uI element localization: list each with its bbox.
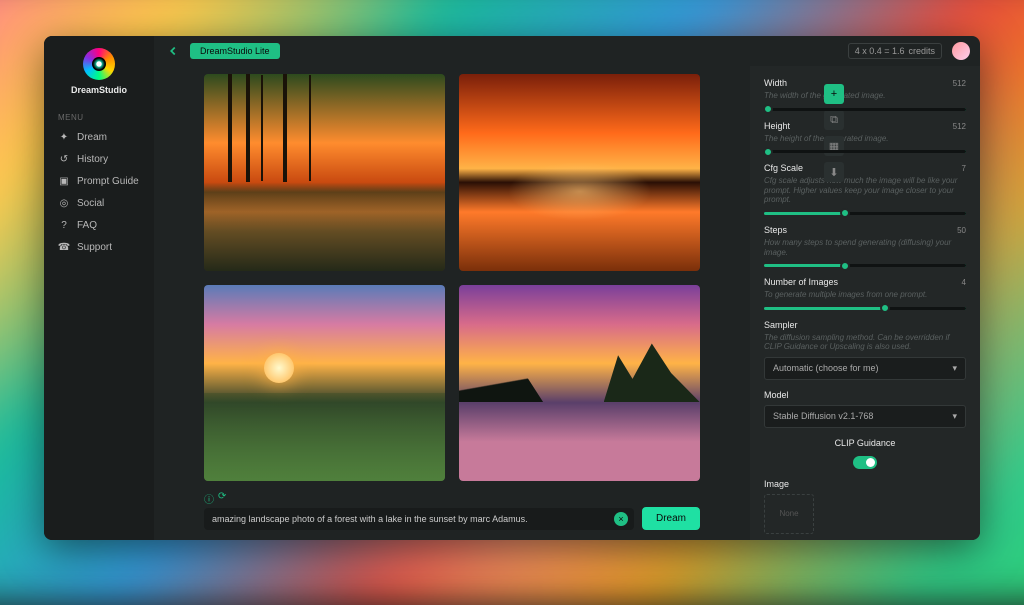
add-tool-icon[interactable]: + (824, 84, 844, 104)
credits-box: 4 x 0.4 = 1.6 credits (848, 43, 942, 59)
setting-value-steps: 50 (957, 226, 966, 235)
setting-label-model: Model (764, 390, 966, 400)
sidebar-item-support[interactable]: ☎ Support (44, 236, 154, 258)
mode-pill[interactable]: DreamStudio Lite (190, 43, 280, 59)
result-image[interactable] (204, 285, 445, 482)
setting-value-height: 512 (953, 122, 966, 131)
count-slider[interactable] (764, 307, 966, 310)
result-image[interactable] (204, 74, 445, 271)
height-slider[interactable] (764, 150, 966, 153)
sidebar: DreamStudio MENU ✦ Dream ↺ History ▣ Pro… (44, 36, 154, 540)
canvas-tool-strip: + ⧉ ▦ ⬇ (824, 84, 844, 182)
menu-heading: MENU (44, 109, 154, 126)
setting-desc: Cfg scale adjusts how much the image wil… (764, 176, 966, 205)
sidebar-item-faq[interactable]: ? FAQ (44, 214, 154, 236)
setting-label-image: Image (764, 479, 966, 489)
settings-panel: Width 512 The width of the generated ima… (750, 66, 980, 540)
setting-desc: The height of the generated image. (764, 134, 966, 144)
sidebar-item-history[interactable]: ↺ History (44, 148, 154, 170)
setting-desc: To generate multiple images from one pro… (764, 290, 966, 300)
copy-tool-icon[interactable]: ⧉ (824, 110, 844, 130)
download-tool-icon[interactable]: ⬇ (824, 162, 844, 182)
main: DreamStudio Lite 4 x 0.4 = 1.6 credits (154, 36, 980, 540)
logo: DreamStudio (44, 48, 154, 95)
setting-value-cfg: 7 (962, 164, 966, 173)
gallery: ⓘ ⟳ × Dream (154, 66, 750, 540)
prompt-input[interactable] (204, 508, 634, 530)
guide-icon: ▣ (58, 175, 70, 187)
sidebar-item-label: History (77, 154, 108, 165)
faq-icon: ? (58, 219, 70, 231)
cfg-slider[interactable] (764, 212, 966, 215)
setting-desc: How many steps to spend generating (diff… (764, 238, 966, 257)
social-icon: ◎ (58, 197, 70, 209)
credits-label: credits (908, 46, 935, 56)
topbar: DreamStudio Lite 4 x 0.4 = 1.6 credits (154, 36, 980, 66)
image-dropzone[interactable]: None (764, 494, 814, 534)
setting-label-width: Width (764, 78, 787, 88)
app-name: DreamStudio (71, 85, 127, 95)
setting-label-clip: CLIP Guidance (835, 438, 896, 448)
back-button[interactable] (164, 42, 182, 60)
support-icon: ☎ (58, 241, 70, 253)
width-slider[interactable] (764, 108, 966, 111)
setting-value-width: 512 (953, 79, 966, 88)
sidebar-item-label: Dream (77, 132, 107, 143)
setting-desc: The width of the generated image. (764, 91, 966, 101)
history-icon: ↺ (58, 153, 70, 165)
sidebar-item-social[interactable]: ◎ Social (44, 192, 154, 214)
sidebar-item-label: FAQ (77, 220, 97, 231)
chevron-down-icon: ▾ (952, 363, 957, 374)
wand-icon: ✦ (58, 131, 70, 143)
setting-label-height: Height (764, 121, 790, 131)
avatar[interactable] (952, 42, 970, 60)
result-image[interactable] (459, 74, 700, 271)
sidebar-item-label: Social (77, 198, 104, 209)
model-select[interactable]: Stable Diffusion v2.1-768 ▾ (764, 405, 966, 428)
setting-label-steps: Steps (764, 225, 787, 235)
history-icon[interactable]: ⟳ (218, 491, 226, 506)
sampler-select[interactable]: Automatic (choose for me) ▾ (764, 357, 966, 380)
clip-guidance-toggle[interactable] (853, 456, 877, 469)
setting-label-sampler: Sampler (764, 320, 966, 330)
chevron-down-icon: ▾ (952, 411, 957, 422)
sidebar-item-prompt-guide[interactable]: ▣ Prompt Guide (44, 170, 154, 192)
sidebar-item-dream[interactable]: ✦ Dream (44, 126, 154, 148)
sidebar-item-label: Support (77, 242, 112, 253)
dream-button[interactable]: Dream (642, 507, 700, 530)
setting-value-count: 4 (962, 278, 966, 287)
app-window: DreamStudio MENU ✦ Dream ↺ History ▣ Pro… (44, 36, 980, 540)
select-value: Automatic (choose for me) (773, 363, 879, 374)
info-icon[interactable]: ⓘ (204, 491, 214, 506)
setting-desc: The diffusion sampling method. Can be ov… (764, 333, 966, 352)
clear-icon[interactable]: × (614, 512, 628, 526)
dropzone-placeholder: None (779, 509, 798, 518)
sidebar-item-label: Prompt Guide (77, 176, 139, 187)
setting-label-cfg: Cfg Scale (764, 163, 803, 173)
result-image[interactable] (459, 285, 700, 482)
setting-label-count: Number of Images (764, 277, 838, 287)
select-value: Stable Diffusion v2.1-768 (773, 411, 873, 422)
credits-value: 4 x 0.4 = 1.6 (855, 46, 905, 56)
steps-slider[interactable] (764, 264, 966, 267)
